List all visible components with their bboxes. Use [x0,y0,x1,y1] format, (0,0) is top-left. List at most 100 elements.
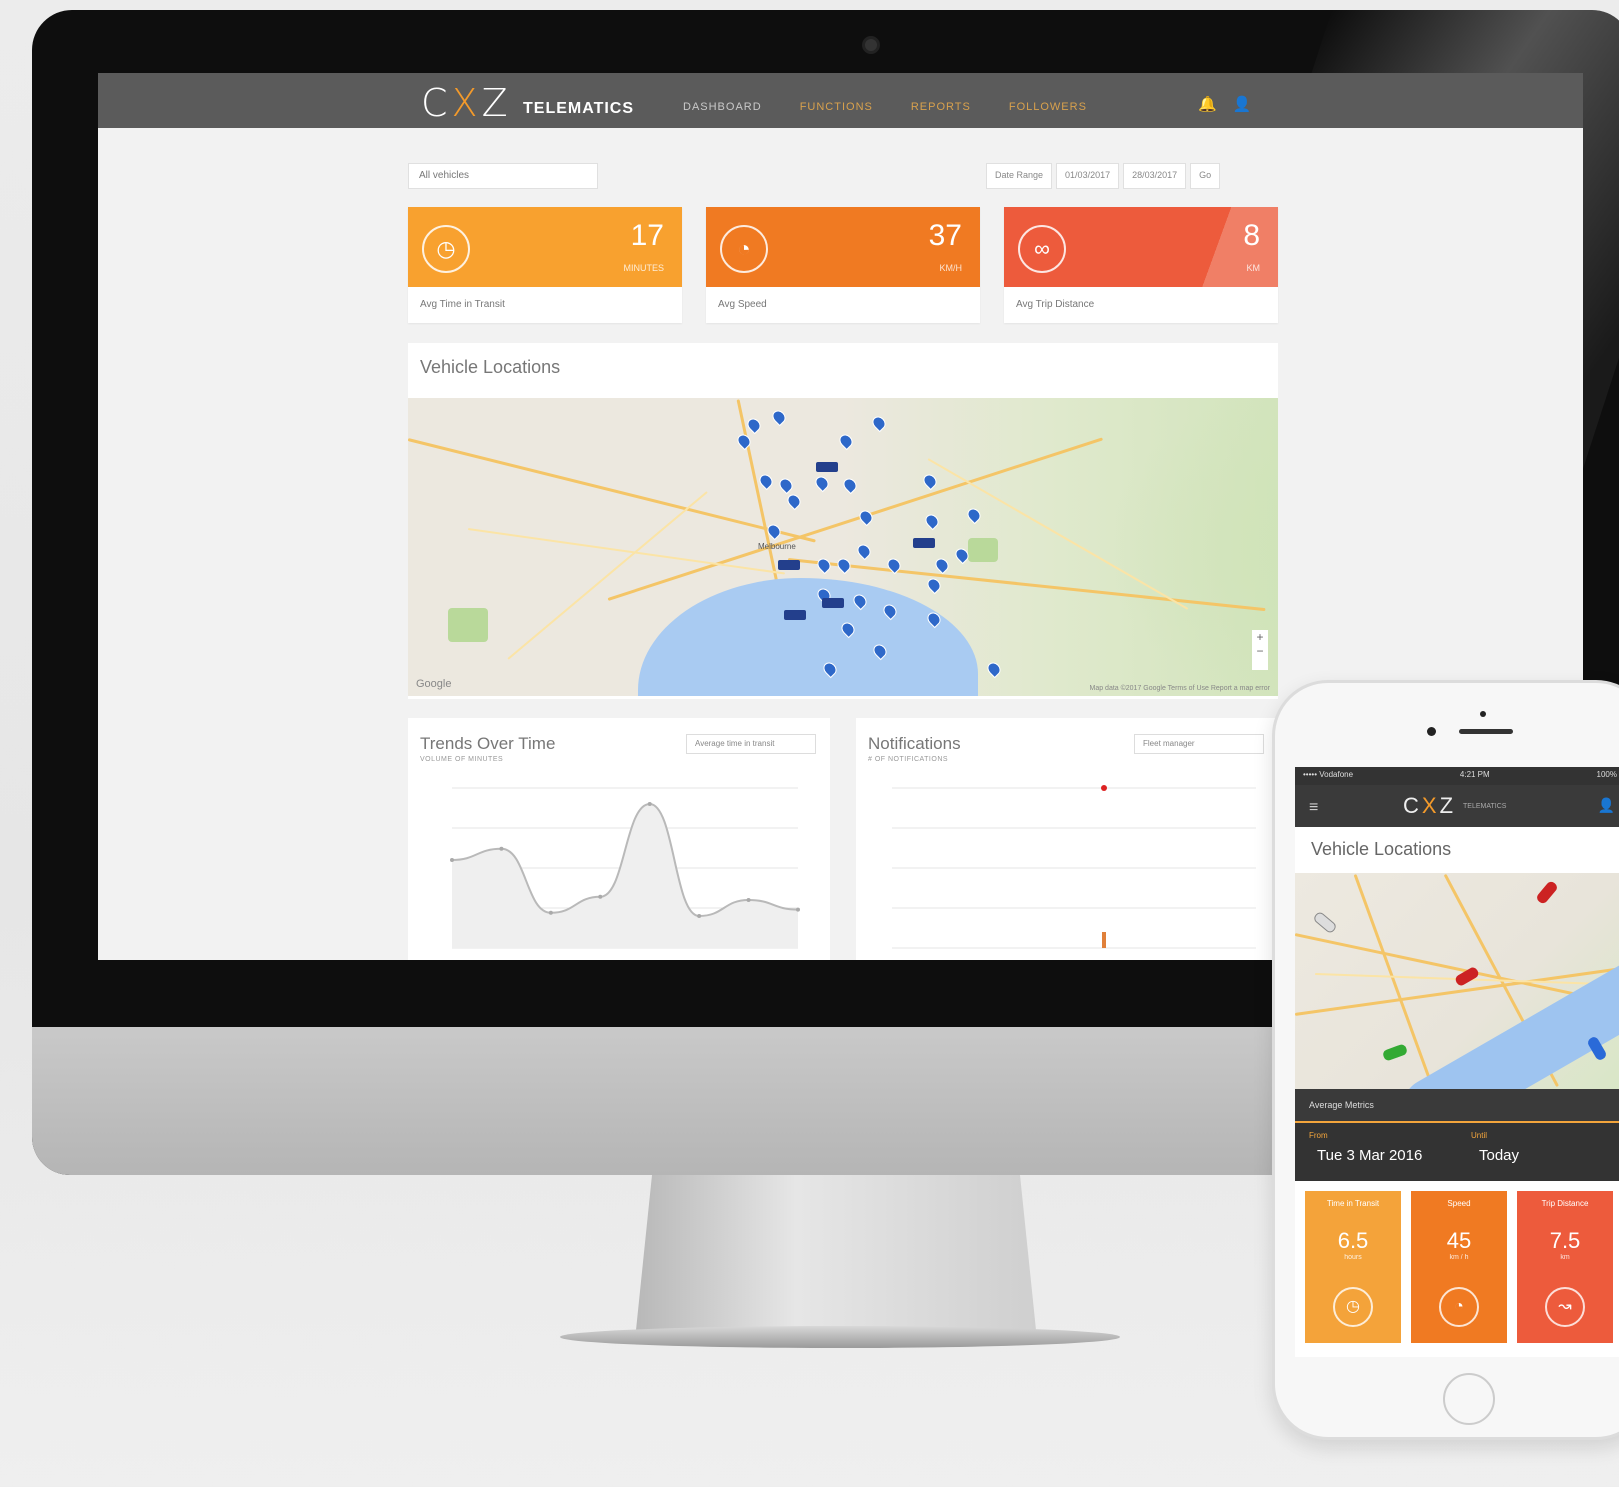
notification-point [1101,785,1107,791]
top-nav-bar: CXZ TELEMATICS DASHBOARD FUNCTIONS REPOR… [98,73,1583,128]
user-icon[interactable]: 👤 [1233,95,1252,113]
camera [862,36,880,54]
vehicle-pin[interactable] [840,475,860,495]
from-date[interactable]: Tue 3 Mar 2016 [1317,1147,1422,1164]
panel-title: Notifications [868,734,961,753]
tile-label: Time in Transit [1326,1199,1380,1208]
truck-marker[interactable] [822,598,844,608]
zoom-control[interactable]: + − [1252,630,1268,670]
brand-logo[interactable]: CXZ [421,81,512,125]
vehicle-pin[interactable] [920,471,940,491]
bell-icon[interactable]: 🔔 [1198,95,1217,113]
nav-followers[interactable]: FOLLOWERS [1009,101,1087,113]
menu-icon[interactable]: ≡ [1309,799,1318,817]
kpi-label: Avg Trip Distance [1016,299,1095,310]
main-nav: DASHBOARD FUNCTIONS REPORTS FOLLOWERS [683,101,1087,113]
vehicle-pin[interactable] [784,491,804,511]
trend-area [452,804,798,948]
phone-map[interactable] [1295,873,1619,1089]
truck-marker[interactable] [784,610,806,620]
kpi-row: ◷ 17 MINUTES Avg Time in Transit ◔ 37 KM… [408,207,1278,323]
from-label: From [1309,1131,1328,1140]
date-controls: Date Range 01/03/2017 28/03/2017 Go [986,163,1221,189]
vehicle-pin[interactable] [812,473,832,493]
panel-title: Trends Over Time [420,734,556,753]
route-icon: ↝ [1545,1287,1585,1327]
go-button[interactable]: Go [1190,163,1221,189]
vehicle-map[interactable]: Melbourne Google Map data ©2017 Google T… [408,398,1278,696]
vehicle-pin[interactable] [984,659,1004,679]
home-button[interactable] [1443,1373,1495,1425]
vehicle-pin[interactable] [769,407,789,427]
notification-bar [1102,932,1106,948]
truck-marker[interactable] [913,538,935,548]
vehicle-pin[interactable] [869,413,889,433]
kpi-card-time-in-transit[interactable]: ◷ 17 MINUTES Avg Time in Transit [408,207,682,323]
tile-speed[interactable]: Speed 45 km / h ◔ [1411,1191,1507,1343]
car-marker[interactable] [1312,910,1338,935]
car-marker[interactable] [1381,1043,1409,1062]
trends-metric-select[interactable]: Average time in transit [686,734,816,754]
nav-functions[interactable]: FUNCTIONS [800,101,873,113]
vehicle-pin[interactable] [734,431,754,451]
notifications-chart [892,785,1256,949]
until-date[interactable]: Today [1479,1147,1519,1164]
road [408,438,816,543]
phone-screen: ••••• Vodafone 4:21 PM 100% ≡ CXZ TELEMA… [1295,767,1619,1357]
tile-trip-distance[interactable]: Trip Distance 7.5 km ↝ [1517,1191,1613,1343]
date-range-dropdown[interactable]: Date Range [986,163,1053,189]
vehicle-pin[interactable] [964,505,984,525]
clock-icon: ◷ [422,225,470,273]
speedometer-icon: ◔ [1439,1287,1479,1327]
phone-brand-logo[interactable]: CXZ [1403,793,1456,819]
vehicle-pin[interactable] [776,475,796,495]
phone-brand-subtitle: TELEMATICS [1463,803,1507,810]
tile-unit: hours [1344,1254,1362,1261]
nav-dashboard[interactable]: DASHBOARD [683,101,762,113]
date-from-field[interactable]: 01/03/2017 [1056,163,1120,189]
kpi-label: Avg Time in Transit [420,299,505,310]
phone-sensor [1427,727,1436,736]
vehicle-pin[interactable] [854,541,874,561]
vehicle-pin[interactable] [932,555,952,575]
vehicle-select[interactable]: All vehicles [408,163,598,189]
metrics-bar[interactable]: Average Metrics [1295,1089,1619,1123]
kpi-value: 17 [630,219,664,252]
user-icon[interactable]: 👤 [1598,797,1615,814]
vehicle-pin[interactable] [834,555,854,575]
status-bar: ••••• Vodafone 4:21 PM 100% [1295,767,1619,785]
trend-point [697,914,702,918]
phone-header: ≡ CXZ TELEMATICS 👤 [1295,785,1619,827]
vehicle-pin[interactable] [744,415,764,435]
trend-point [548,910,553,915]
top-icons: 🔔 👤 [1198,95,1251,113]
trend-point [647,802,652,806]
until-label: Until [1471,1131,1488,1140]
kpi-card-trip-distance[interactable]: ∞ 8 KM Avg Trip Distance [1004,207,1278,323]
notifications-filter-select[interactable]: Fleet manager [1134,734,1264,754]
bay-water [638,578,978,696]
truck-marker[interactable] [816,462,838,472]
time-text: 4:21 PM [1459,770,1490,779]
trend-point [598,894,603,899]
vehicle-locations-panel: Vehicle Locations Melbourne Google Map d… [408,343,1278,699]
vehicle-pin[interactable] [922,511,942,531]
park-area [968,538,998,562]
kpi-card-speed[interactable]: ◔ 37 KM/H Avg Speed [706,207,980,323]
vehicle-pin[interactable] [924,575,944,595]
map-attribution[interactable]: Map data ©2017 Google Terms of Use Repor… [1089,685,1270,692]
vehicle-pin[interactable] [756,471,776,491]
tile-time-in-transit[interactable]: Time in Transit 6.5 hours ◷ [1305,1191,1401,1343]
panel-subtitle: VOLUME OF MINUTES [420,756,504,763]
car-marker[interactable] [1535,879,1559,906]
trend-point [746,898,751,902]
vehicle-pin[interactable] [856,507,876,527]
speedometer-icon: ◔ [720,225,768,273]
vehicle-pin[interactable] [836,431,856,451]
truck-marker[interactable] [778,560,800,570]
vehicle-pin[interactable] [814,555,834,575]
route-icon: ∞ [1018,225,1066,273]
date-to-field[interactable]: 28/03/2017 [1123,163,1187,189]
trend-point [450,858,454,862]
nav-reports[interactable]: REPORTS [911,101,971,113]
